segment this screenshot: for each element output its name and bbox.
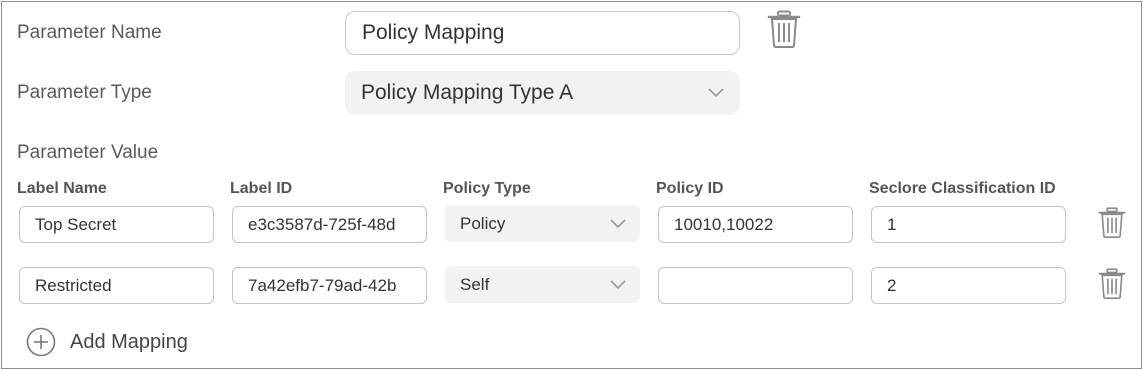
policy-type-select[interactable]: Self (445, 266, 640, 303)
plus-circle-icon (26, 327, 56, 357)
chevron-down-icon (708, 88, 724, 98)
label-name-value: Restricted (35, 275, 112, 295)
label-name-input[interactable]: Restricted (19, 267, 214, 304)
parameter-type-label: Parameter Type (17, 82, 152, 103)
parameter-name-label: Parameter Name (17, 22, 162, 43)
policy-type-select[interactable]: Policy (445, 205, 640, 242)
chevron-down-icon (610, 279, 626, 289)
parameter-name-value: Policy Mapping (362, 21, 505, 44)
seclore-classification-id-input[interactable]: 2 (871, 267, 1066, 304)
column-header-policy-type: Policy Type (443, 180, 531, 197)
policy-id-value: 10010,10022 (674, 214, 774, 234)
label-id-value: 7a42efb7-79ad-42b (248, 275, 397, 295)
seclore-classification-id-value: 1 (887, 214, 897, 234)
policy-id-input[interactable]: 10010,10022 (658, 206, 853, 243)
seclore-classification-id-input[interactable]: 1 (871, 206, 1066, 243)
chevron-down-icon (610, 218, 626, 228)
parameter-type-value: Policy Mapping Type A (361, 81, 574, 104)
trash-icon[interactable] (767, 10, 801, 48)
column-header-label-name: Label Name (17, 180, 107, 197)
add-mapping-label: Add Mapping (70, 330, 188, 353)
column-header-label-id: Label ID (230, 180, 293, 197)
policy-id-input[interactable] (658, 267, 853, 304)
column-header-policy-id: Policy ID (656, 180, 724, 197)
label-id-input[interactable]: e3c3587d-725f-48d (232, 206, 427, 243)
label-name-value: Top Secret (35, 214, 117, 234)
add-mapping-button[interactable]: Add Mapping (26, 327, 188, 357)
policy-type-value: Policy (460, 213, 506, 233)
seclore-classification-id-value: 2 (887, 275, 897, 295)
column-header-seclore-classification-id: Seclore Classification ID (869, 180, 1056, 197)
trash-icon[interactable] (1098, 207, 1126, 238)
label-id-input[interactable]: 7a42efb7-79ad-42b (232, 267, 427, 304)
label-id-value: e3c3587d-725f-48d (248, 214, 396, 234)
label-name-input[interactable]: Top Secret (19, 206, 214, 243)
parameter-panel: Parameter Name Policy Mapping Parameter … (1, 1, 1142, 369)
parameter-name-input[interactable]: Policy Mapping (345, 11, 740, 55)
policy-type-value: Self (460, 274, 490, 294)
trash-icon[interactable] (1098, 268, 1126, 299)
parameter-type-select[interactable]: Policy Mapping Type A (345, 71, 740, 115)
parameter-value-label: Parameter Value (17, 142, 159, 163)
